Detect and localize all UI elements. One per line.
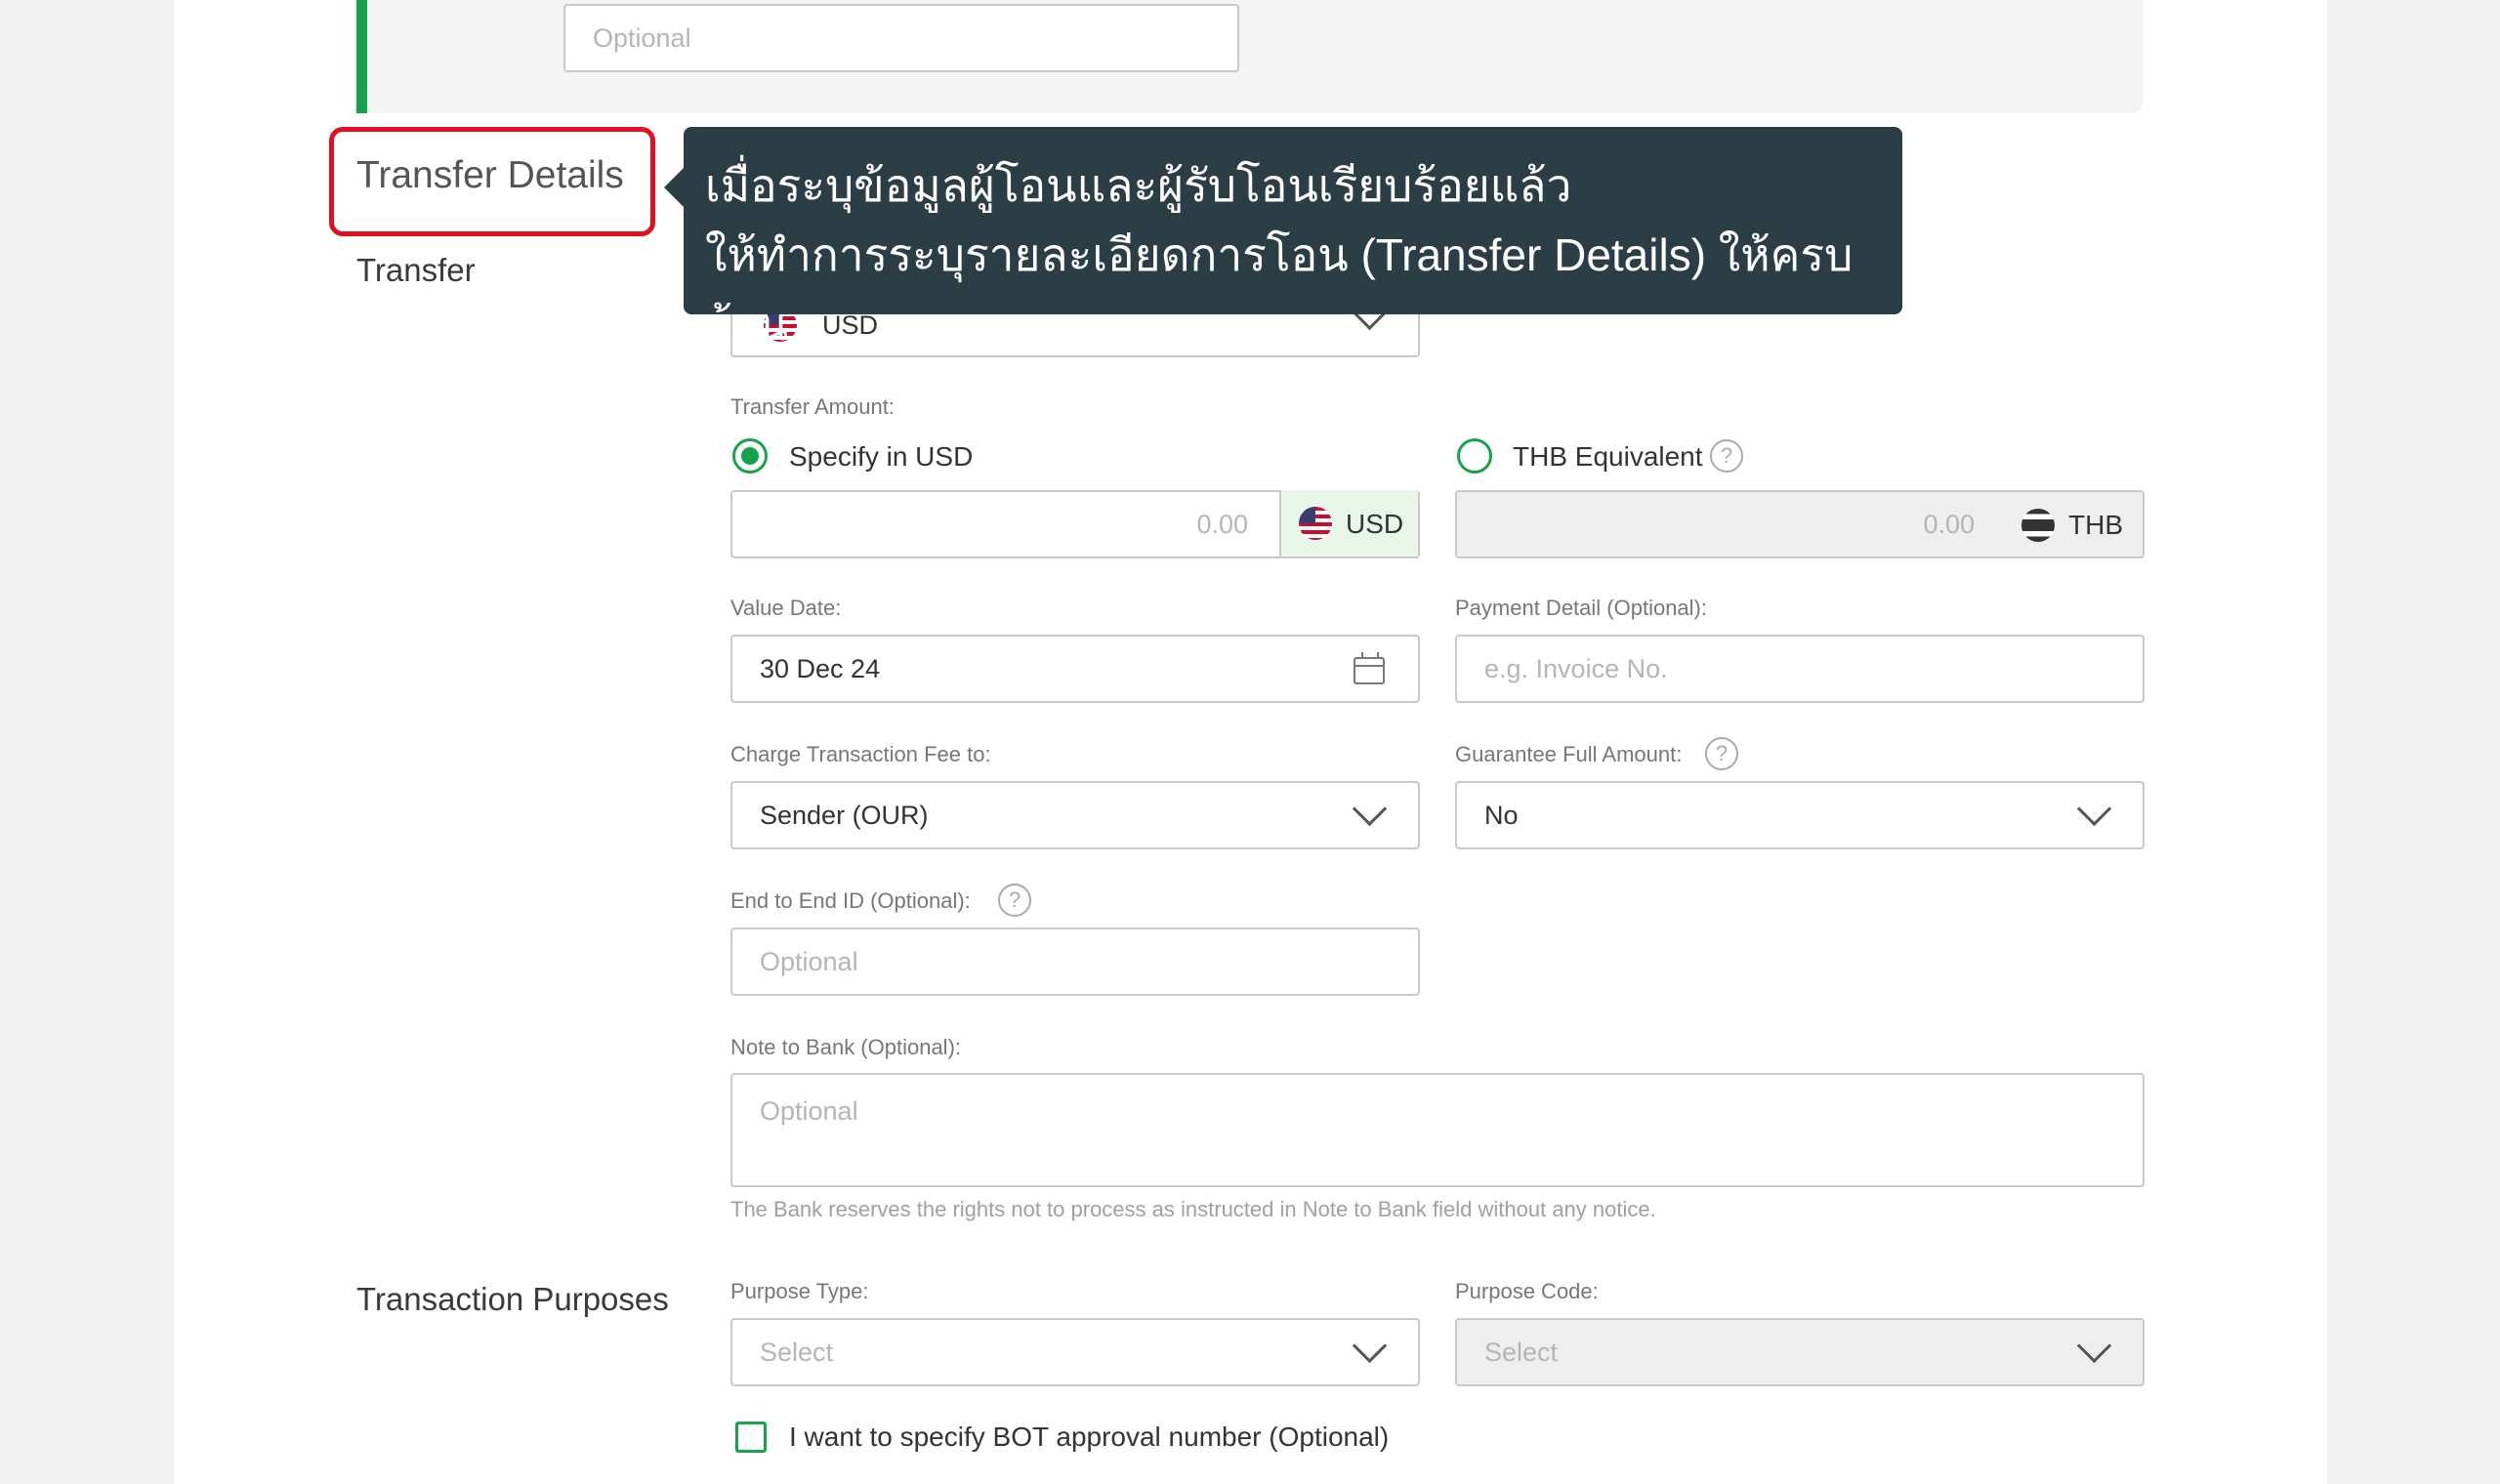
chevron-down-icon [2076, 791, 2112, 827]
optional-input-top[interactable]: Optional [563, 4, 1239, 72]
tooltip-arrow [664, 168, 684, 207]
end-to-end-label: End to End ID (Optional): [730, 888, 971, 913]
chevron-down-icon [1352, 791, 1388, 827]
note-to-bank-disclaimer: The Bank reserves the rights not to proc… [730, 1197, 1656, 1221]
us-flag-icon [1299, 507, 1332, 540]
purpose-code-select: Select [1455, 1318, 2145, 1386]
optional-input-top-placeholder: Optional [593, 22, 691, 53]
end-to-end-input[interactable]: Optional [730, 928, 1420, 996]
purpose-type-placeholder: Select [760, 1337, 834, 1367]
bot-approval-checkbox[interactable] [735, 1422, 767, 1453]
charge-fee-value: Sender (OUR) [760, 800, 929, 830]
guarantee-label: Guarantee Full Amount: [1455, 742, 1683, 766]
usd-unit-addon: USD [1279, 490, 1418, 556]
help-icon[interactable]: ? [1705, 737, 1738, 770]
thb-unit-label: THB [2068, 510, 2123, 540]
radio-specify-usd[interactable] [732, 438, 768, 474]
thb-amount-placeholder: 0.00 [1923, 509, 1975, 539]
payment-detail-placeholder: e.g. Invoice No. [1484, 653, 1668, 683]
purpose-code-placeholder: Select [1484, 1337, 1559, 1367]
transfer-amount-label: Transfer Amount: [730, 394, 895, 419]
purpose-type-select[interactable]: Select [730, 1318, 1420, 1386]
th-flag-icon [2021, 509, 2055, 542]
value-date-input[interactable]: 30 Dec 24 [730, 635, 1420, 703]
charge-fee-label: Charge Transaction Fee to: [730, 742, 991, 766]
tooltip-line-1: เมื่อระบุข้อมูลผู้โอนและผู้รับโอนเรียบร้… [705, 160, 1572, 211]
bot-approval-label[interactable]: I want to specify BOT approval number (O… [789, 1422, 1389, 1453]
value-date-value: 30 Dec 24 [760, 653, 881, 683]
chevron-down-icon [2076, 1328, 2112, 1364]
transfer-details-title: Transfer Details [356, 154, 624, 196]
section-transaction-purposes: Transaction Purposes [356, 1281, 669, 1317]
help-icon[interactable]: ? [998, 884, 1031, 917]
chevron-down-icon [1352, 1328, 1388, 1364]
value-date-label: Value Date: [730, 596, 842, 620]
tooltip-line-2: ให้ทำการระบุรายละเอียดการโอน (Transfer D… [705, 229, 1854, 350]
usd-unit-label: USD [1346, 509, 1404, 539]
help-icon[interactable]: ? [1710, 439, 1743, 473]
purpose-type-label: Purpose Type: [730, 1279, 869, 1303]
section-accent-bar [356, 0, 367, 113]
instruction-tooltip: เมื่อระบุข้อมูลผู้โอนและผู้รับโอนเรียบร้… [684, 127, 1902, 350]
purpose-code-label: Purpose Code: [1455, 1279, 1599, 1303]
section-transfer: Transfer [356, 252, 476, 288]
charge-fee-select[interactable]: Sender (OUR) [730, 781, 1420, 849]
note-to-bank-textarea[interactable]: Optional [730, 1073, 2145, 1187]
note-to-bank-placeholder: Optional [760, 1096, 858, 1126]
note-to-bank-label: Note to Bank (Optional): [730, 1035, 962, 1059]
guarantee-select[interactable]: No [1455, 781, 2145, 849]
payment-detail-input[interactable]: e.g. Invoice No. [1455, 635, 2145, 703]
radio-specify-usd-label: Specify in USD [789, 441, 974, 472]
guarantee-value: No [1484, 800, 1519, 830]
payment-detail-label: Payment Detail (Optional): [1455, 596, 1707, 620]
calendar-icon[interactable] [1354, 652, 1385, 684]
usd-amount-placeholder: 0.00 [1196, 509, 1248, 539]
radio-thb-equivalent-label: THB Equivalent [1513, 441, 1703, 472]
radio-thb-equivalent[interactable] [1457, 438, 1492, 474]
end-to-end-placeholder: Optional [760, 946, 858, 976]
